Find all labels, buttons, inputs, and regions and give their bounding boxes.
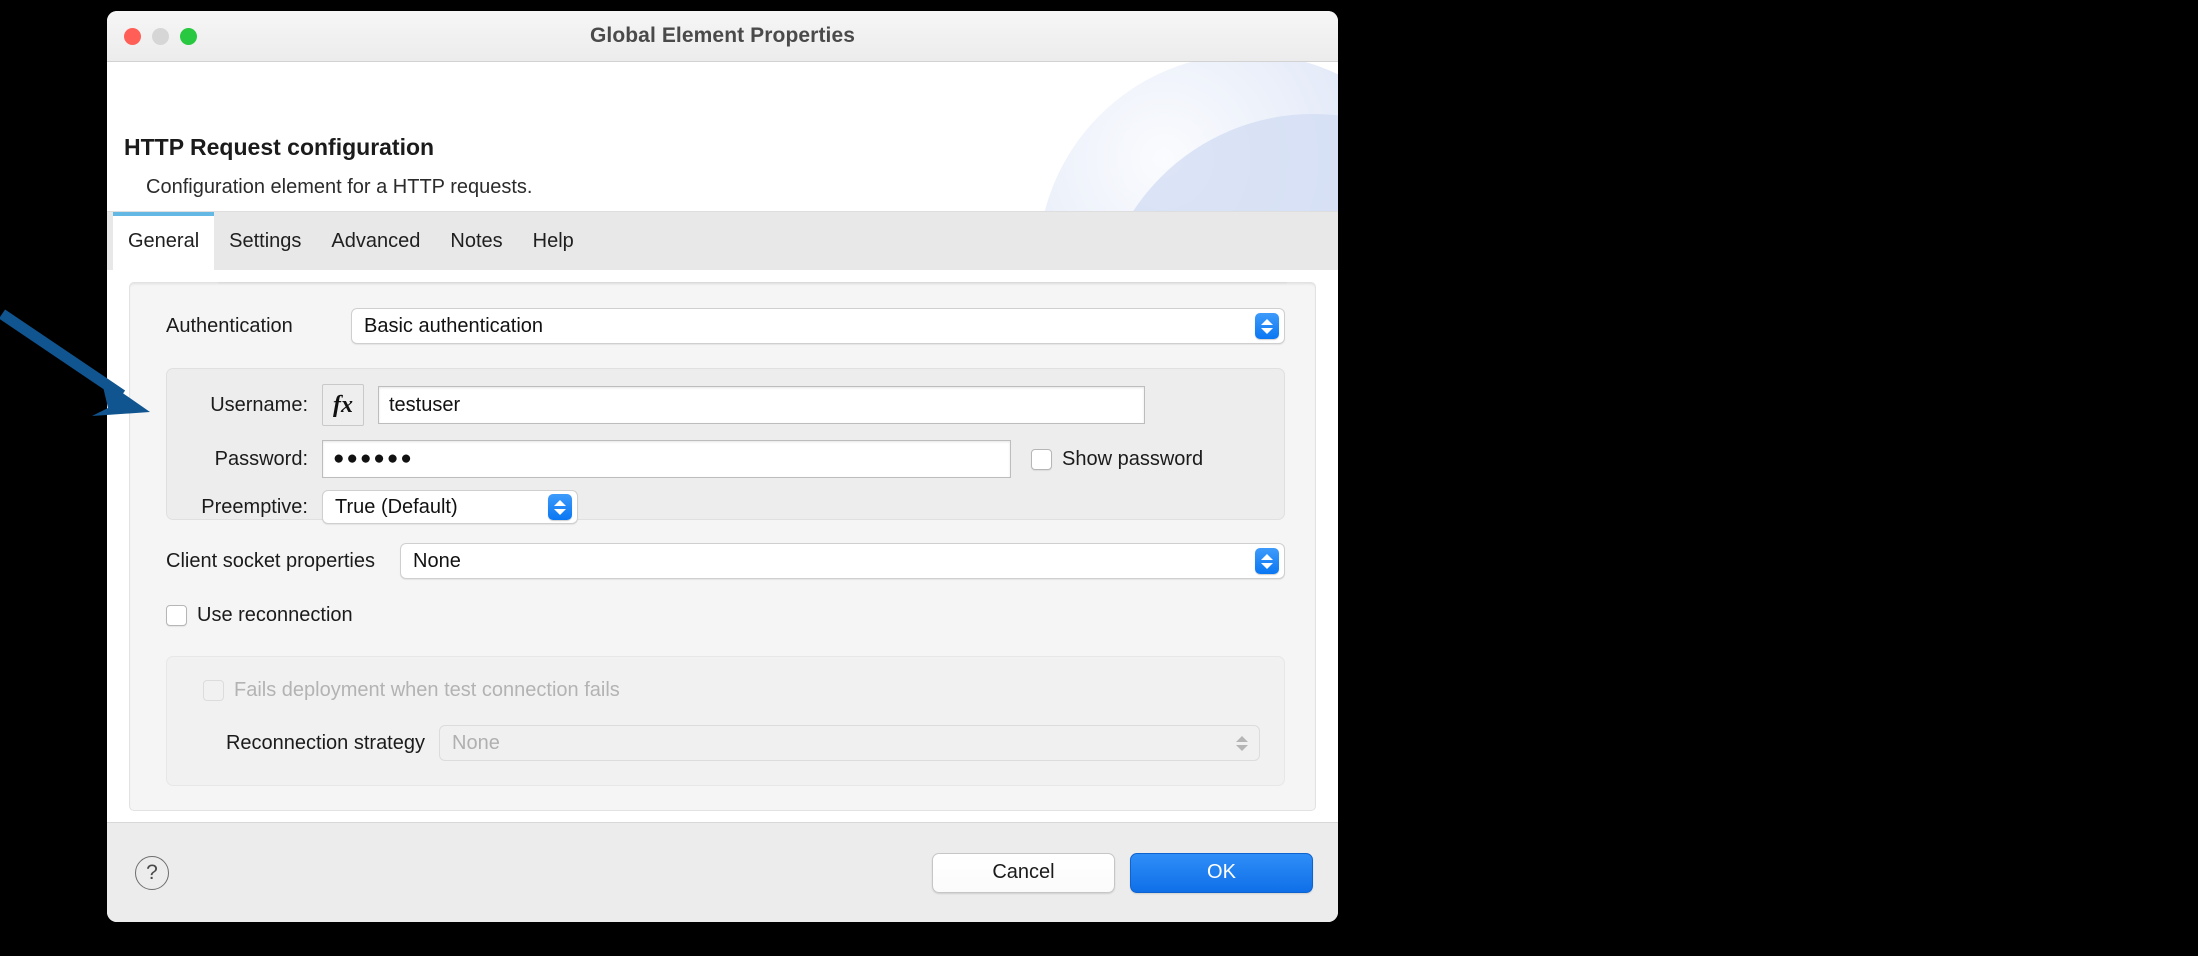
- reconnection-strategy-value: None: [452, 731, 500, 754]
- show-password-checkbox[interactable]: [1031, 448, 1052, 470]
- reconnection-strategy-label: Reconnection strategy: [225, 731, 425, 754]
- client-socket-properties-select[interactable]: None: [400, 543, 1285, 579]
- basic-authentication-group: Username: fx testuser Password: ●●●●●● S…: [166, 368, 1285, 524]
- use-reconnection-control[interactable]: Use reconnection: [166, 604, 353, 627]
- scroll-edge-divider: [218, 282, 1287, 285]
- dialog-window: Global Element Properties HTTP Request c…: [107, 11, 1338, 922]
- client-socket-properties-row: Client socket properties None: [166, 541, 1285, 581]
- fails-deployment-checkbox: [203, 680, 224, 701]
- use-reconnection-label: Use reconnection: [197, 604, 353, 626]
- traffic-light-group: [124, 11, 197, 61]
- tab-bar: General Settings Advanced Notes Help: [107, 212, 1338, 270]
- tab-advanced[interactable]: Advanced: [316, 212, 435, 270]
- username-input-value: testuser: [389, 393, 461, 416]
- preemptive-label: Preemptive:: [201, 495, 308, 518]
- window-title: Global Element Properties: [589, 24, 856, 47]
- chevron-updown-icon[interactable]: [548, 494, 572, 520]
- close-window-icon[interactable]: [124, 27, 141, 45]
- password-input-value: ●●●●●●: [333, 448, 414, 469]
- tab-help[interactable]: Help: [518, 212, 589, 270]
- use-reconnection-checkbox[interactable]: [166, 605, 187, 626]
- chevron-updown-icon[interactable]: [1255, 548, 1279, 574]
- tab-general[interactable]: General: [113, 212, 215, 270]
- chevron-updown-icon: [1230, 730, 1254, 756]
- username-row: Username: fx testuser: [167, 383, 1284, 427]
- username-label: Username:: [210, 393, 308, 416]
- dialog-footer: ? Cancel OK: [107, 822, 1338, 922]
- reconnection-strategy-select: None: [439, 725, 1260, 761]
- tab-settings[interactable]: Settings: [214, 212, 316, 270]
- preemptive-row: Preemptive: True (Default): [167, 489, 1284, 525]
- password-input[interactable]: ●●●●●●: [322, 440, 1011, 478]
- ok-button[interactable]: OK: [1130, 852, 1313, 893]
- reconnection-strategy-row: Reconnection strategy None: [167, 725, 1260, 761]
- password-label: Password:: [214, 447, 308, 470]
- page-subtitle: Configuration element for a HTTP request…: [146, 176, 533, 198]
- show-password-label: Show password: [1062, 447, 1204, 470]
- preemptive-select-value: True (Default): [335, 495, 458, 518]
- cancel-button[interactable]: Cancel: [932, 852, 1115, 893]
- show-password-control[interactable]: Show password: [1031, 448, 1203, 471]
- maximize-window-icon[interactable]: [180, 27, 197, 45]
- preemptive-select[interactable]: True (Default): [322, 490, 578, 524]
- fails-deployment-label: Fails deployment when test connection fa…: [234, 679, 620, 701]
- page-title: HTTP Request configuration: [124, 134, 435, 160]
- dialog-header: HTTP Request configuration Configuration…: [107, 62, 1338, 212]
- tab-notes[interactable]: Notes: [435, 212, 517, 270]
- window-titlebar: Global Element Properties: [107, 11, 1338, 62]
- password-row: Password: ●●●●●● Show password: [167, 439, 1284, 479]
- authentication-row: Authentication Basic authentication: [166, 306, 1285, 346]
- chevron-updown-icon[interactable]: [1255, 313, 1279, 339]
- username-input[interactable]: testuser: [378, 386, 1145, 424]
- help-icon[interactable]: ?: [135, 855, 169, 890]
- footer-button-group: Cancel OK: [932, 852, 1313, 893]
- client-socket-properties-label: Client socket properties: [166, 549, 375, 572]
- minimize-window-icon[interactable]: [152, 27, 169, 45]
- tab-content-general: Authentication Basic authentication User…: [107, 270, 1338, 822]
- username-expression-fx-icon[interactable]: fx: [322, 384, 364, 426]
- authentication-label: Authentication: [166, 314, 293, 337]
- client-socket-properties-value: None: [413, 549, 461, 572]
- fails-deployment-control: Fails deployment when test connection fa…: [203, 679, 620, 702]
- settings-panel: Authentication Basic authentication User…: [129, 282, 1316, 811]
- reconnection-group: Fails deployment when test connection fa…: [166, 656, 1285, 786]
- authentication-select[interactable]: Basic authentication: [351, 308, 1285, 344]
- authentication-select-value: Basic authentication: [364, 314, 544, 337]
